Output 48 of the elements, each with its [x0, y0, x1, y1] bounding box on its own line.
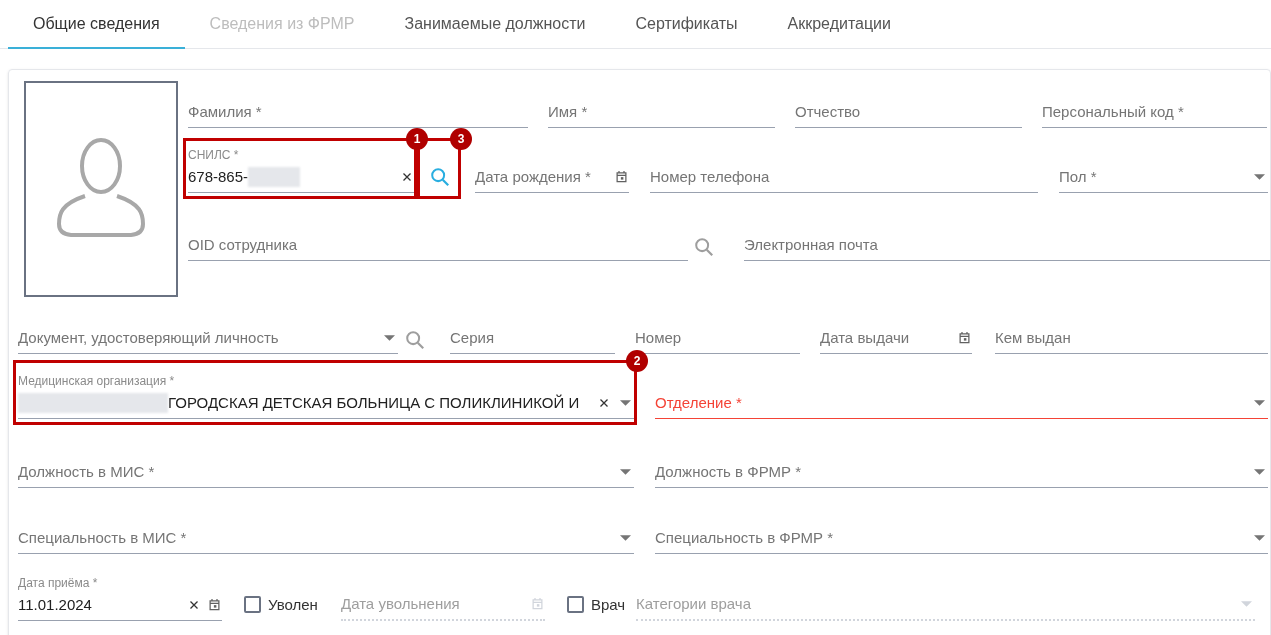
tab[interactable]: Сертификаты [610, 0, 763, 49]
dropdown-caret-icon [1254, 173, 1265, 180]
text-field[interactable]: Номер телефона [650, 145, 1038, 193]
checkbox-option[interactable]: Врач [567, 593, 626, 621]
search-icon[interactable] [404, 329, 426, 351]
text-field[interactable]: Персональный код * [1042, 88, 1267, 128]
callout-badge: 3 [450, 128, 472, 150]
callout-badge: 1 [406, 128, 428, 150]
dropdown-caret-icon [1254, 534, 1265, 541]
select-field[interactable]: Специальность в МИС * [18, 514, 634, 554]
dropdown-caret-icon [1241, 600, 1252, 607]
date-field[interactable]: Дата выдачи [820, 314, 972, 354]
checkbox-option[interactable]: Уволен [244, 593, 318, 621]
text-field[interactable]: Кем выдан [995, 314, 1268, 354]
calendar-icon [957, 330, 972, 346]
text-field[interactable]: Электронная почта [744, 213, 1270, 261]
checkbox[interactable] [244, 596, 261, 614]
select-field[interactable]: Пол * [1059, 145, 1268, 193]
tab[interactable]: Общие сведения [8, 0, 185, 49]
calendar-icon [614, 169, 629, 185]
select-field[interactable]: Документ, удостоверяющий личность [18, 314, 398, 354]
text-field[interactable]: Фамилия * [188, 88, 528, 128]
calendar-icon [530, 596, 545, 612]
calendar-icon [207, 597, 222, 613]
date-field[interactable]: Дата рождения * [475, 145, 629, 193]
callout-badge: 2 [626, 350, 648, 372]
select-field[interactable]: Специальность в ФРМР * [655, 514, 1268, 554]
text-field[interactable]: СНИЛС * 678-865- [188, 145, 414, 193]
dropdown-caret-icon [1254, 399, 1265, 406]
select-field[interactable]: Отделение * [655, 367, 1268, 419]
dropdown-caret-icon [620, 534, 631, 541]
tab[interactable]: Занимаемые должности [379, 0, 611, 49]
text-field[interactable]: Серия [450, 314, 615, 354]
search-icon[interactable] [693, 236, 715, 258]
select-field[interactable]: Медицинская организация * ГОРОДСКАЯ ДЕТСКАЯ БОЛЬНИЦА С ПОЛИКЛИНИКОЙ И [18, 367, 634, 419]
text-field[interactable]: OID сотрудника [188, 213, 688, 261]
dropdown-caret-icon [1254, 468, 1265, 475]
select-field[interactable]: Должность в МИС * [18, 448, 634, 488]
text-field[interactable]: Отчество [795, 88, 1022, 128]
dropdown-caret-icon [620, 468, 631, 475]
checkbox[interactable] [567, 596, 584, 614]
select-field[interactable]: Должность в ФРМР * [655, 448, 1268, 488]
search-icon [429, 165, 451, 188]
dropdown-caret-icon [620, 399, 631, 406]
date-field[interactable]: Дата приёма * 11.01.2024 [18, 573, 222, 621]
tab[interactable]: Аккредитации [762, 0, 916, 49]
dropdown-caret-icon [384, 334, 395, 341]
text-field[interactable]: Имя * [548, 88, 775, 128]
